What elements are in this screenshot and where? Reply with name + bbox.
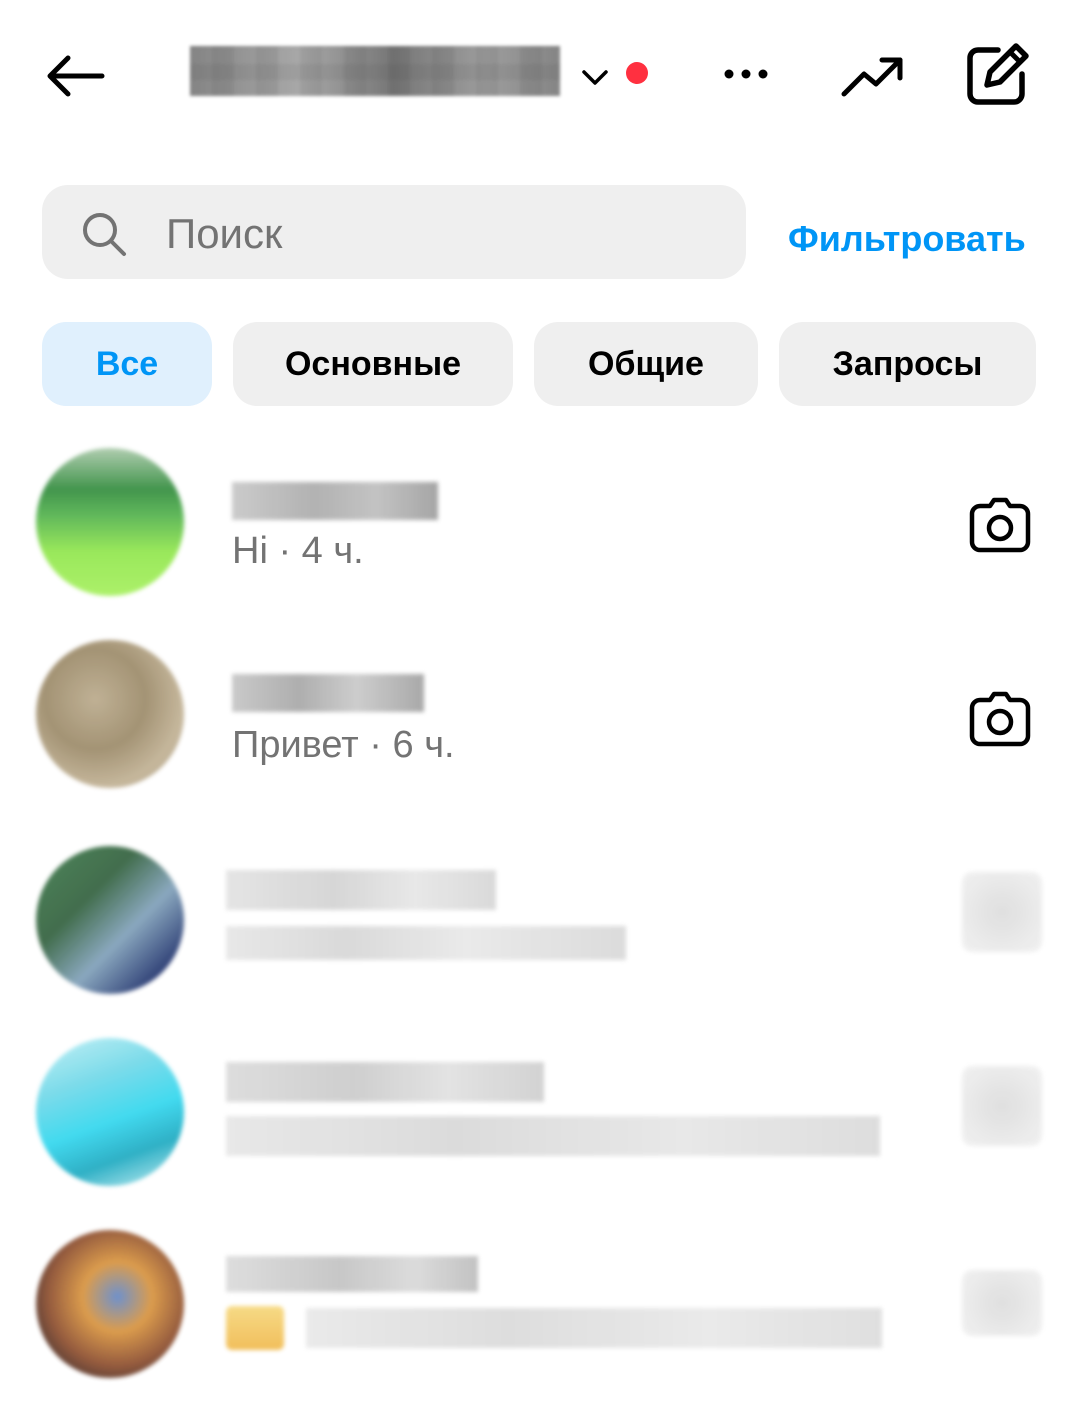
- thread-preview: Hi · 4 ч.: [232, 530, 364, 573]
- thread-preview-redacted: [306, 1308, 882, 1348]
- camera-icon[interactable]: [968, 688, 1032, 752]
- avatar[interactable]: [36, 448, 184, 596]
- thread-row[interactable]: Hi · 4 ч.: [0, 440, 1080, 610]
- chip-label: Основные: [284, 344, 462, 383]
- camera-icon[interactable]: [968, 494, 1032, 558]
- back-button[interactable]: [38, 44, 110, 108]
- thread-name-redacted: [232, 674, 424, 712]
- compose-icon[interactable]: [960, 38, 1034, 112]
- avatar[interactable]: [36, 640, 184, 788]
- filter-link[interactable]: Фильтровать: [788, 218, 1048, 268]
- chip-general[interactable]: Общие: [534, 322, 758, 406]
- camera-icon[interactable]: [962, 1270, 1042, 1336]
- thread-message: Hi: [232, 530, 268, 572]
- thread-preview-redacted: [226, 1116, 880, 1156]
- search-icon: [83, 213, 126, 256]
- chip-label: Запросы: [832, 344, 983, 383]
- chip-label: Все: [95, 344, 159, 383]
- thread-preview-redacted: [226, 926, 626, 960]
- trending-up-icon[interactable]: [834, 44, 910, 108]
- arrow-left-icon: [47, 55, 105, 97]
- thread-time: 4 ч.: [301, 530, 364, 572]
- thread-name-redacted: [226, 1256, 478, 1292]
- thread-name-redacted: [232, 482, 438, 520]
- thread-row[interactable]: Привет · 6 ч.: [0, 632, 1080, 802]
- thread-name-redacted: [226, 870, 496, 910]
- live-dot: [626, 62, 648, 84]
- thread-row[interactable]: [0, 838, 1080, 1008]
- emoji-redacted: [226, 1306, 284, 1350]
- chip-primary[interactable]: Основные: [233, 322, 513, 406]
- more-horizontal-icon[interactable]: [716, 48, 776, 100]
- chip-requests[interactable]: Запросы: [779, 322, 1036, 406]
- separator-dot: ·: [369, 724, 393, 766]
- chip-all[interactable]: Все: [42, 322, 212, 406]
- thread-row[interactable]: [0, 1028, 1080, 1198]
- chevron-down-icon[interactable]: [578, 60, 612, 94]
- search-input[interactable]: [166, 206, 726, 262]
- avatar[interactable]: [36, 1038, 184, 1186]
- chip-label: Общие: [588, 344, 704, 383]
- thread-name-redacted: [226, 1062, 544, 1102]
- thread-preview: Привет · 6 ч.: [232, 724, 455, 767]
- thread-time: 6 ч.: [392, 724, 455, 766]
- avatar[interactable]: [36, 846, 184, 994]
- thread-row[interactable]: [0, 1222, 1080, 1392]
- account-switcher[interactable]: [186, 40, 566, 102]
- separator-dot: ·: [278, 530, 302, 572]
- camera-icon[interactable]: [962, 1066, 1042, 1146]
- account-username-redacted: [190, 46, 560, 96]
- avatar[interactable]: [36, 1230, 184, 1378]
- camera-icon[interactable]: [962, 872, 1042, 952]
- thread-message: Привет: [232, 724, 359, 766]
